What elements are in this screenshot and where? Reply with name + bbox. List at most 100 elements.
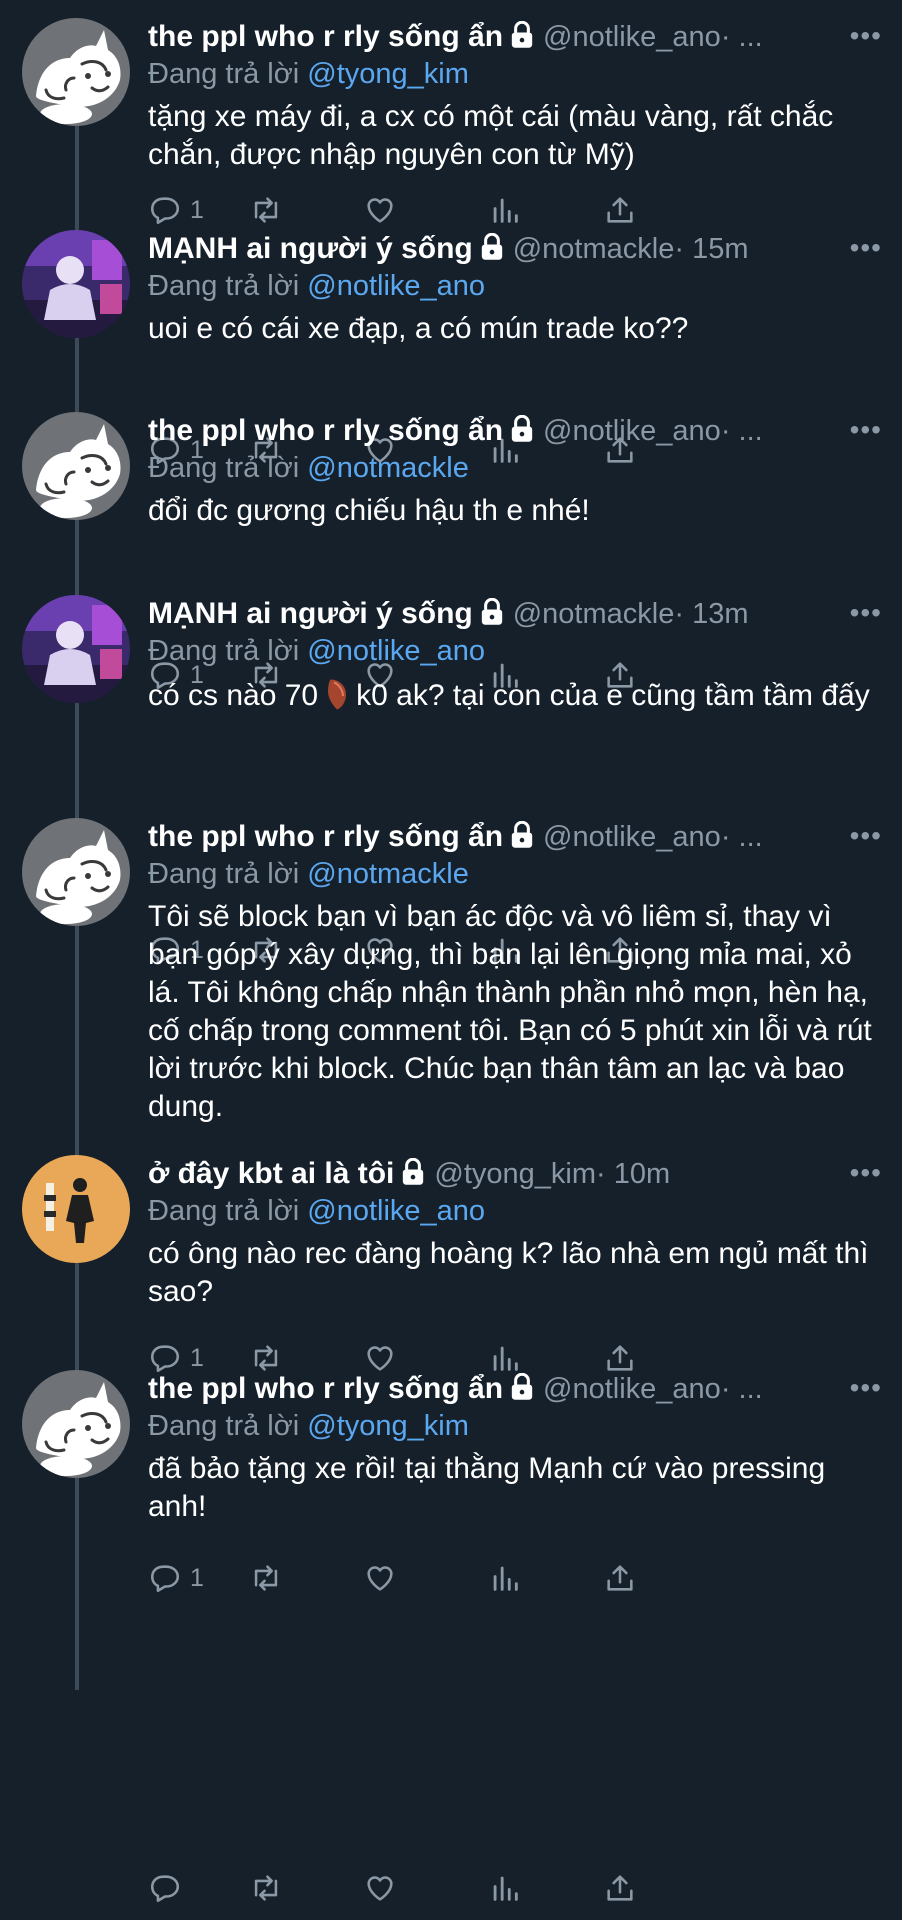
- display-name[interactable]: the ppl who r rly sống ẩn: [148, 414, 503, 448]
- tweet-actions: [148, 1868, 808, 1908]
- more-options-icon[interactable]: •••: [850, 20, 882, 52]
- avatar[interactable]: [22, 595, 130, 703]
- tweet-header: ở đây kbt ai là tôi @tyong_kim · 10m: [148, 1155, 878, 1193]
- reply-count: 1: [190, 1343, 204, 1372]
- tweet-text-end: k0 ak? tại con của e cũng tầm tầm đấy: [356, 679, 870, 712]
- lock-icon: [479, 232, 505, 266]
- like-button[interactable]: [363, 1871, 397, 1905]
- tweet-text: có ông nào rec đàng hoàng k? lão nhà em …: [148, 1237, 869, 1308]
- more-options-icon[interactable]: •••: [850, 597, 882, 629]
- replying-to: Đang trả lời @notmackle: [148, 450, 878, 486]
- like-button[interactable]: [363, 193, 397, 227]
- lock-icon: [400, 1157, 426, 1191]
- tweet-body: the ppl who r rly sống ẩn @notlike_ano · …: [148, 818, 878, 1126]
- display-name[interactable]: ở đây kbt ai là tôi: [148, 1157, 394, 1191]
- views-button[interactable]: [488, 193, 522, 227]
- views-icon: [488, 1561, 522, 1595]
- like-icon: [363, 1871, 397, 1905]
- replying-to-label: Đang trả lời: [148, 635, 300, 667]
- replying-to: Đang trả lời @notlike_ano: [148, 633, 878, 669]
- lock-icon: [509, 414, 535, 448]
- tweet-header: the ppl who r rly sống ẩn @notlike_ano · …: [148, 1370, 878, 1408]
- tweet-timestamp: · ...: [720, 20, 763, 53]
- retweet-button[interactable]: [248, 1871, 284, 1905]
- display-name[interactable]: the ppl who r rly sống ẩn: [148, 1372, 503, 1406]
- tweet-timestamp: · 13m: [674, 597, 749, 630]
- more-options-icon[interactable]: •••: [850, 820, 882, 852]
- avatar[interactable]: [22, 412, 130, 520]
- reply-button[interactable]: [148, 1871, 190, 1905]
- avatar[interactable]: [22, 818, 130, 926]
- user-handle[interactable]: @tyong_kim: [434, 1158, 596, 1191]
- user-handle[interactable]: @notlike_ano: [543, 1373, 721, 1406]
- lock-icon: [509, 820, 535, 854]
- reply-count: 1: [190, 195, 204, 224]
- replying-to-mention[interactable]: @notlike_ano: [307, 270, 485, 302]
- views-button[interactable]: [488, 1871, 522, 1905]
- avatar[interactable]: [22, 1155, 130, 1263]
- user-handle[interactable]: @notlike_ano: [543, 415, 721, 448]
- replying-to-mention[interactable]: @notlike_ano: [307, 635, 485, 667]
- more-options-icon[interactable]: •••: [850, 414, 882, 446]
- reply-button[interactable]: 1: [148, 1561, 204, 1595]
- tweet-header: the ppl who r rly sống ẩn @notlike_ano · …: [148, 818, 878, 856]
- retweet-button[interactable]: [248, 193, 284, 227]
- tweet-body: MẠNH ai người ý sống @notmackle · 15m Đang…: [148, 230, 878, 348]
- user-handle[interactable]: @notmackle: [513, 598, 675, 631]
- display-name[interactable]: the ppl who r rly sống ẩn: [148, 20, 503, 54]
- more-options-icon[interactable]: •••: [850, 232, 882, 264]
- more-options-icon[interactable]: •••: [850, 1157, 882, 1189]
- share-button[interactable]: [603, 1871, 637, 1905]
- lock-icon: [509, 1372, 535, 1406]
- tweet-actions: 1: [148, 190, 808, 230]
- tweet-body: MẠNH ai người ý sống @notmackle · 13m Đang…: [148, 595, 878, 721]
- replying-to-label: Đang trả lời: [148, 1410, 300, 1442]
- tweet-timestamp: · ...: [720, 820, 763, 853]
- tweet-text: Tôi sẽ block bạn vì bạn ác độc và vô liê…: [148, 900, 872, 1123]
- retweet-button[interactable]: [248, 1561, 284, 1595]
- replying-to-label: Đang trả lời: [148, 858, 300, 890]
- tweet-text-start: có cs nào 70: [148, 679, 319, 712]
- user-handle[interactable]: @notmackle: [513, 233, 675, 266]
- replying-to-mention[interactable]: @notlike_ano: [307, 1195, 485, 1227]
- tweet-timestamp: · 10m: [596, 1157, 671, 1190]
- reply-icon: [148, 1871, 182, 1905]
- replying-to-mention[interactable]: @tyong_kim: [307, 58, 469, 90]
- user-handle[interactable]: @notlike_ano: [543, 21, 721, 54]
- lock-icon: [479, 597, 505, 631]
- replying-to-label: Đang trả lời: [148, 58, 300, 90]
- share-button[interactable]: [603, 1561, 637, 1595]
- user-handle[interactable]: @notlike_ano: [543, 821, 721, 854]
- tweet-text: uoi e có cái xe đạp, a có mún trade ko??: [148, 312, 689, 345]
- display-name[interactable]: MẠNH ai người ý sống: [148, 597, 473, 631]
- tweet-header: the ppl who r rly sống ẩn @notlike_ano · …: [148, 412, 878, 450]
- tweet-header: MẠNH ai người ý sống @notmackle · 13m: [148, 595, 878, 633]
- retweet-icon: [248, 1871, 284, 1905]
- replying-to: Đang trả lời @notlike_ano: [148, 268, 878, 304]
- tweet-timestamp: · ...: [720, 414, 763, 447]
- avatar[interactable]: [22, 1370, 130, 1478]
- reply-thread: the ppl who r rly sống ẩn @notlike_ano · …: [0, 0, 902, 1920]
- replying-to-label: Đang trả lời: [148, 1195, 300, 1227]
- views-button[interactable]: [488, 1561, 522, 1595]
- tweet-text: đã bảo tặng xe rồi! tại thằng Mạnh cứ và…: [148, 1452, 826, 1523]
- tweet-text: tặng xe máy đi, a cx có một cái (màu vàn…: [148, 100, 834, 171]
- share-button[interactable]: [603, 193, 637, 227]
- replying-to-mention[interactable]: @notmackle: [307, 452, 469, 484]
- display-name[interactable]: the ppl who r rly sống ẩn: [148, 820, 503, 854]
- avatar[interactable]: [22, 18, 130, 126]
- replying-to-mention[interactable]: @tyong_kim: [307, 1410, 469, 1442]
- reply-button[interactable]: 1: [148, 193, 204, 227]
- rice-paddle-emoji-icon: [322, 675, 352, 721]
- display-name[interactable]: MẠNH ai người ý sống: [148, 232, 473, 266]
- replying-to: Đang trả lời @notlike_ano: [148, 1193, 878, 1229]
- tweet-timestamp: · ...: [720, 1372, 763, 1405]
- like-icon: [363, 193, 397, 227]
- tweet-actions: 1: [148, 1558, 808, 1598]
- like-button[interactable]: [363, 1561, 397, 1595]
- replying-to-mention[interactable]: @notmackle: [307, 858, 469, 890]
- replying-to: Đang trả lời @tyong_kim: [148, 1408, 878, 1444]
- more-options-icon[interactable]: •••: [850, 1372, 882, 1404]
- avatar[interactable]: [22, 230, 130, 338]
- share-icon: [603, 1871, 637, 1905]
